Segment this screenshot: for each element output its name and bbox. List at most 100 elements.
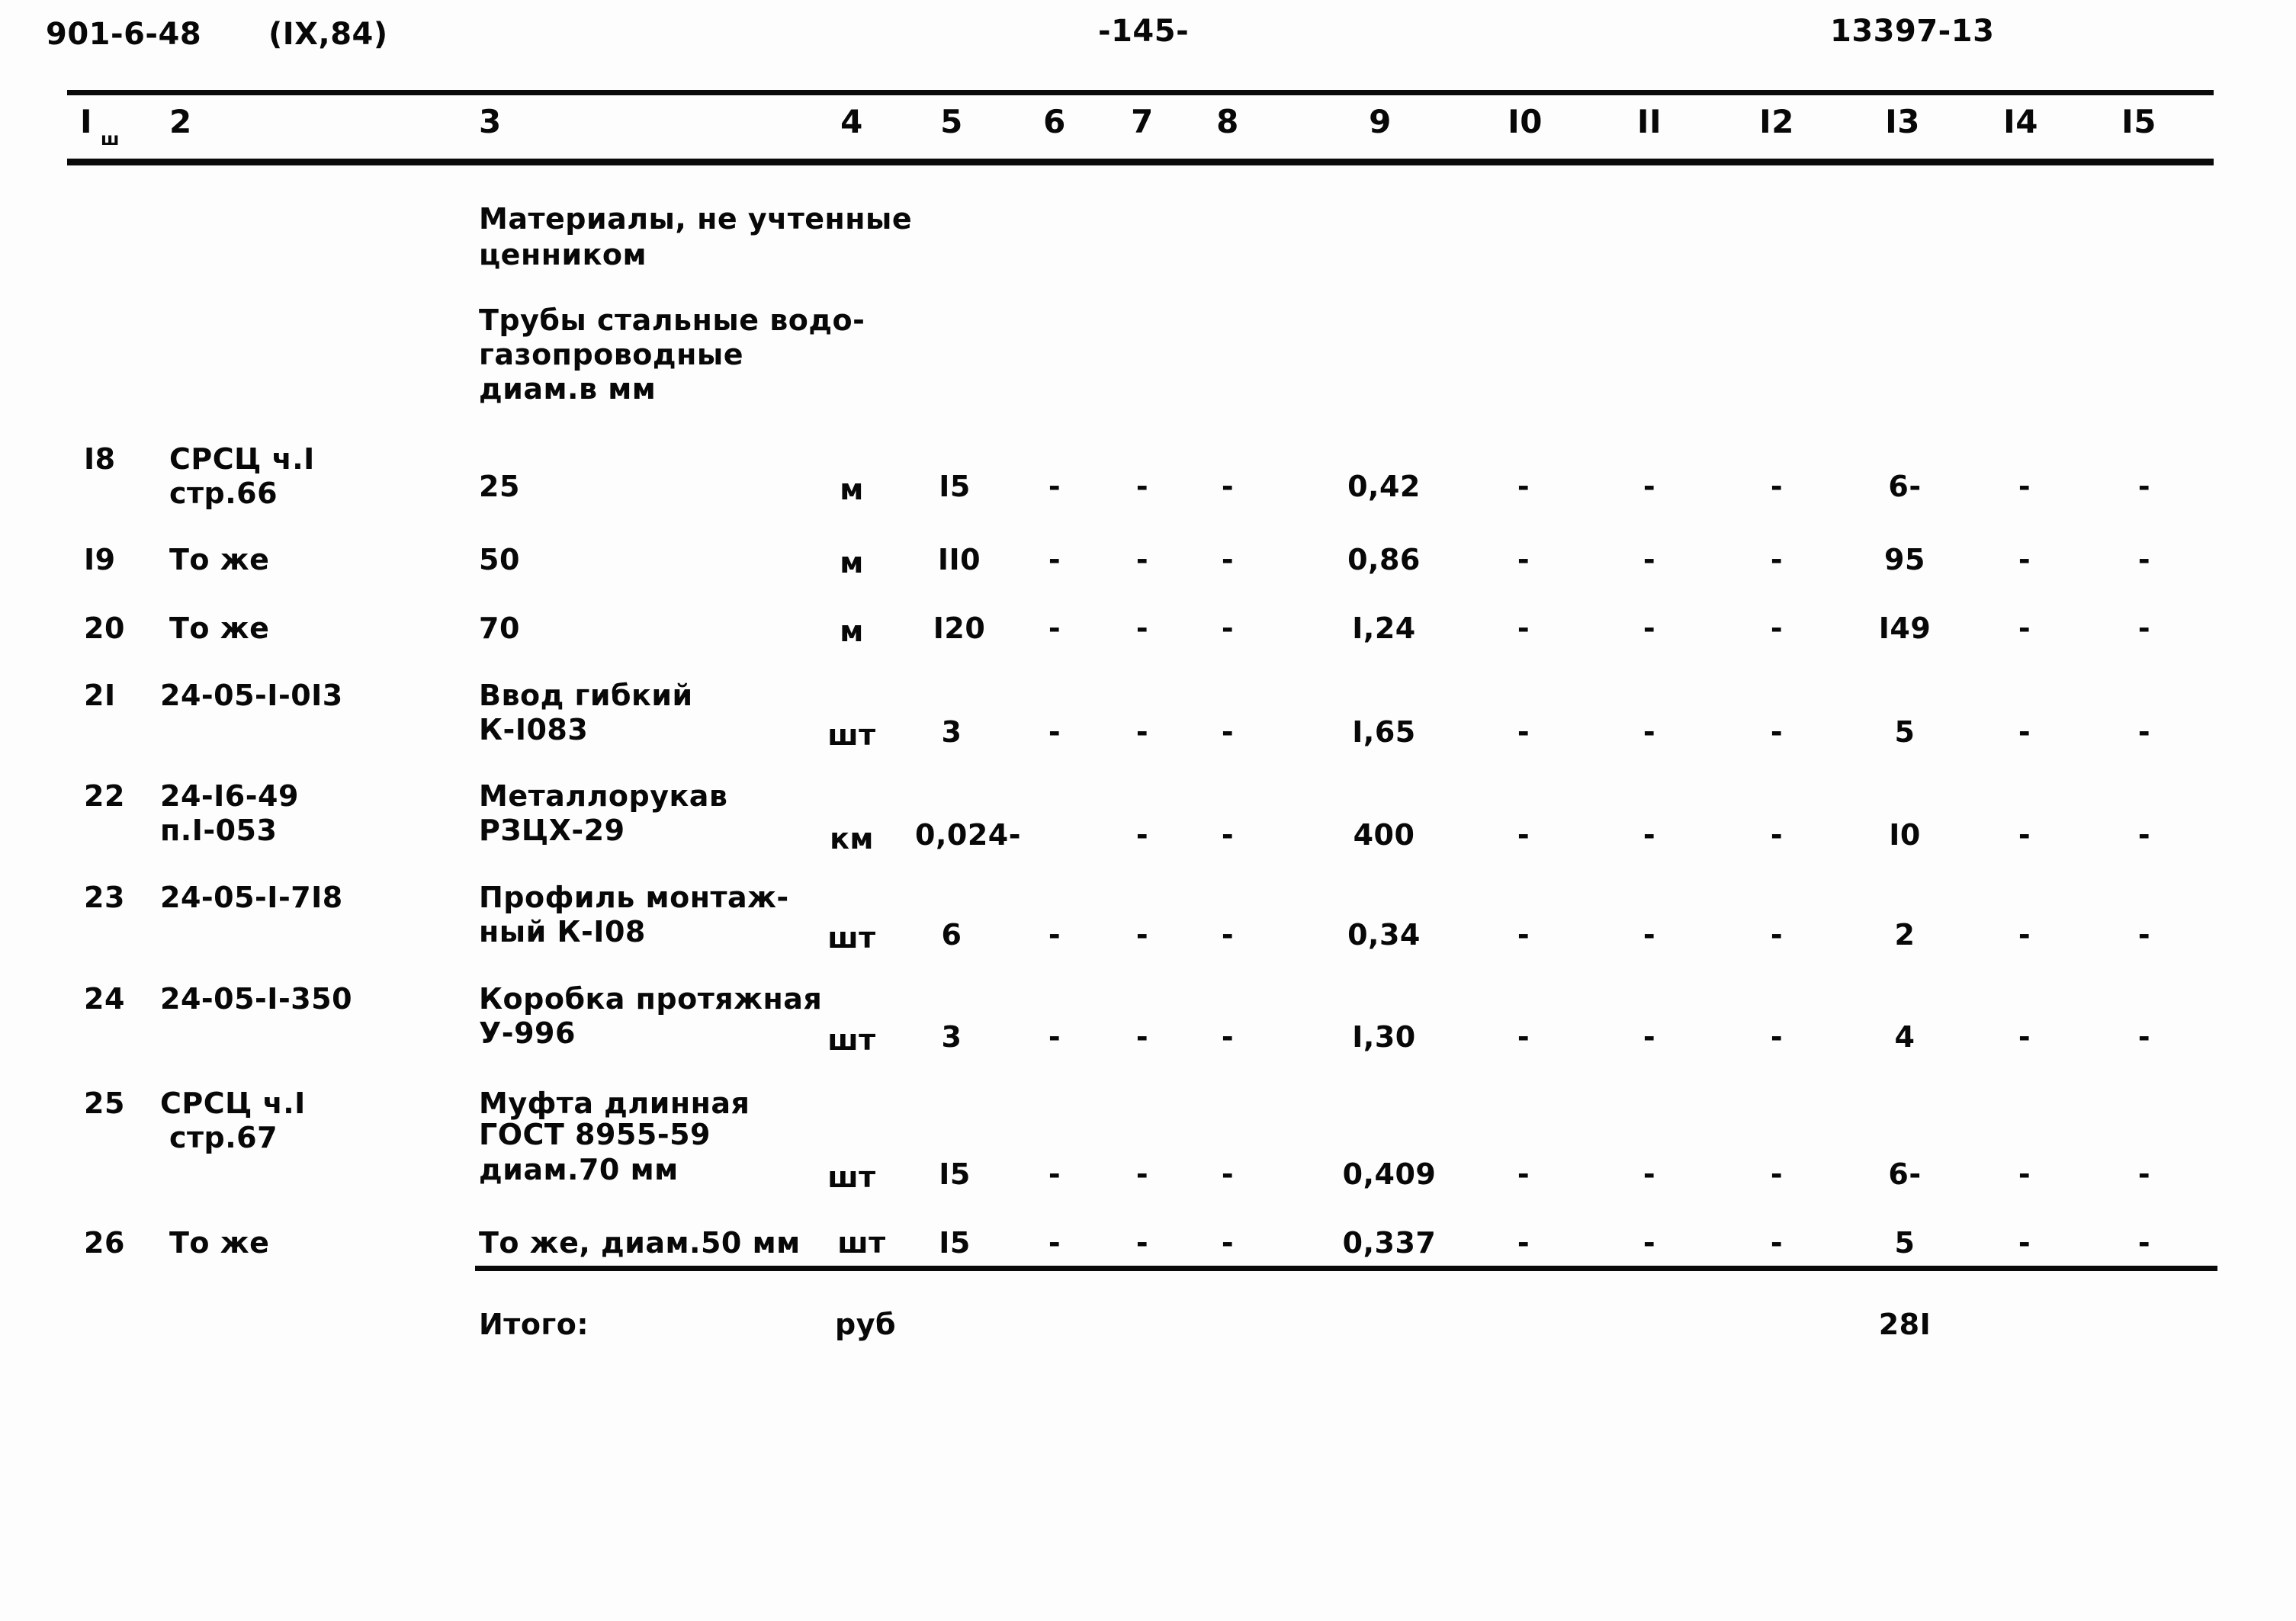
row-name-line1: Коробка протяжная [479,982,823,1016]
row-qty: 3 [941,715,962,749]
page-number: -145- [1098,14,1190,49]
row-col10: - [1517,611,1530,645]
row-col12: - [1770,543,1784,576]
column-header-13: I3 [1885,103,1920,140]
row-qty: I20 [933,611,986,645]
row-col12: - [1770,1020,1784,1054]
row-name-line1: Муфта длинная [479,1087,750,1120]
column-header-3: 3 [479,103,502,140]
column-header-4: 4 [840,103,863,140]
header-bottom-rule [67,159,2214,165]
row-unit: шт [827,921,876,955]
row-col8: - [1221,918,1235,952]
row-col12: - [1770,715,1784,749]
column-header-6: 6 [1043,103,1066,140]
row-name-line1: Профиль монтаж- [479,881,789,914]
row-col15: - [2137,1226,2151,1260]
row-col11: - [1643,611,1656,645]
revision-code: (IX,84) [268,17,388,52]
row-name-line2: К-I083 [479,713,589,746]
scanned-sheet: 901-6-48 (IX,84) -145- 13397-13 I ш 2 3 … [0,0,2296,1621]
row-col12: - [1770,818,1784,852]
sheet-code: 13397-13 [1830,14,1995,49]
row-reference-line1: 24-I6-49 [160,779,299,813]
row-unit: шт [827,718,876,752]
row-col15: - [2137,1157,2151,1191]
row-col10: - [1517,715,1530,749]
row-qty: I5 [939,1157,971,1191]
row-unit: м [840,473,864,506]
column-header-1-subscript: ш [101,130,120,149]
row-col6: - [1048,543,1061,576]
row-number: 20 [84,611,125,645]
row-reference-line1: То же [169,543,270,576]
row-col14: - [2018,543,2031,576]
row-number: 23 [84,881,125,914]
row-col15: - [2137,918,2151,952]
row-col6: - [1048,1020,1061,1054]
row-col13: I49 [1878,611,1932,645]
row-col6: - [1048,918,1061,952]
row-reference-line2: п.I-053 [160,814,278,847]
row-col6: - [1048,1157,1061,1191]
row-name-line1: 70 [479,611,520,645]
row-col6: - [1048,611,1061,645]
row-col7: - [1135,918,1149,952]
row-col13: I0 [1889,818,1921,852]
row-col9: 0,86 [1347,543,1421,576]
section-title-materials-line2: ценником [479,238,647,271]
row-col8: - [1221,1157,1235,1191]
row-col10: - [1517,918,1530,952]
row-col9: 0,34 [1347,918,1421,952]
row-unit: шт [827,1023,876,1057]
row-col14: - [2018,470,2031,503]
row-col13: 2 [1894,918,1915,952]
row-name-line1: То же, диам.50 мм [479,1226,801,1260]
row-col11: - [1643,1226,1656,1260]
row-col11: - [1643,470,1656,503]
row-qty: II0 [937,543,981,576]
row-col13: 4 [1894,1020,1915,1054]
row-name-line1: Металлорукав [479,779,728,813]
row-reference-line1: То же [169,611,270,645]
row-col12: - [1770,1157,1784,1191]
row-col14: - [2018,1157,2031,1191]
row-col9: 0,337 [1342,1226,1437,1260]
row-number: 25 [84,1087,125,1120]
row-number: 2I [84,679,116,712]
row-col15: - [2137,715,2151,749]
row-qty: 6 [941,918,962,952]
row-col12: - [1770,611,1784,645]
row-col13: 6- [1888,470,1922,503]
row-col15: - [2137,818,2151,852]
row-col13: 95 [1884,543,1925,576]
row-qty: I5 [939,470,971,503]
column-header-5: 5 [940,103,963,140]
column-header-9: 9 [1369,103,1392,140]
row-col6: - [1048,715,1061,749]
row-col15: - [2137,611,2151,645]
column-header-11: II [1636,103,1662,140]
row-col11: - [1643,918,1656,952]
row-name-line2: ный К-I08 [479,915,646,949]
total-separator-rule [475,1266,2217,1271]
row-reference-line1: СРСЦ ч.I [160,1087,306,1120]
row-col12: - [1770,470,1784,503]
row-name-line2: РЗЦХ-29 [479,814,625,847]
row-col7: - [1135,611,1149,645]
row-col12: - [1770,918,1784,952]
total-label: Итого: [479,1308,589,1341]
row-col14: - [2018,611,2031,645]
row-col7: - [1135,1157,1149,1191]
row-qty: I5 [939,1226,971,1260]
row-number: I8 [84,442,116,476]
row-reference-line1: 24-05-I-7I8 [160,881,343,914]
total-value: 28I [1878,1308,1932,1341]
row-reference-line1: То же [169,1226,270,1260]
row-col9: 400 [1353,818,1415,852]
row-col11: - [1643,1157,1656,1191]
header-top-rule [67,90,2214,95]
row-col13: 5 [1894,1226,1915,1260]
row-name-line1: Ввод гибкий [479,679,693,712]
row-col14: - [2018,1226,2031,1260]
